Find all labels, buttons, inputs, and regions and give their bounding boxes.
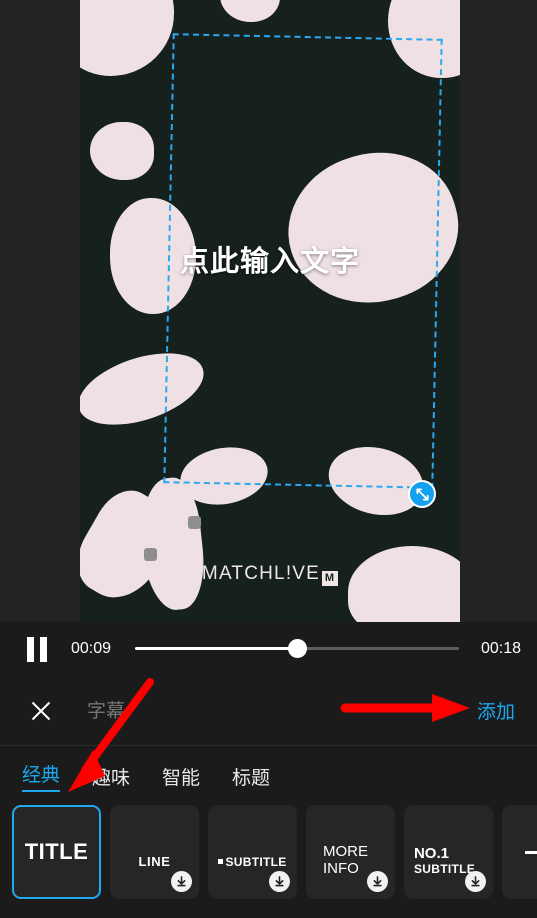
tab-classic[interactable]: 经典: [22, 760, 61, 792]
template-card-label: MORE INFO: [323, 843, 368, 878]
template-card-no1[interactable]: NO.1 SUBTITLE: [404, 805, 493, 899]
template-card-label-line1: MORE: [323, 843, 368, 861]
background-blob: [80, 0, 174, 76]
download-icon[interactable]: [171, 871, 192, 892]
watermark: MATCHL!VE M: [80, 563, 460, 586]
resize-diagonal-icon[interactable]: [408, 480, 436, 508]
download-icon[interactable]: [269, 871, 290, 892]
text-selection-box[interactable]: [163, 33, 443, 489]
player-control-bar: 00:09 00:18: [0, 622, 537, 676]
background-blob: [220, 0, 280, 22]
caption-input[interactable]: [87, 699, 477, 722]
caption-toolbar: 添加: [0, 676, 537, 746]
tab-smart[interactable]: 智能: [162, 763, 200, 790]
template-card-label-line2: INFO: [323, 860, 359, 877]
template-card-line[interactable]: LINE: [110, 805, 199, 899]
bullet-square-icon: [218, 859, 224, 865]
current-time-label: 00:09: [71, 640, 112, 657]
add-button[interactable]: 添加: [477, 697, 515, 724]
template-card-label: SUBTITLE: [218, 856, 286, 869]
template-card-label-text: SUBTITLE: [225, 855, 287, 870]
background-blob: [90, 122, 154, 180]
progress-thumb[interactable]: [288, 639, 307, 658]
video-preview-area[interactable]: 点此输入文字 MATCHL!VE M: [0, 0, 537, 622]
template-card-label: TITLE: [24, 838, 89, 864]
dash-line-icon: [524, 850, 537, 854]
progress-slider[interactable]: [135, 636, 459, 662]
template-card-title[interactable]: TITLE: [12, 805, 101, 899]
pause-icon[interactable]: [27, 636, 47, 662]
template-card-dash[interactable]: [502, 805, 537, 899]
template-card-subtitle[interactable]: SUBTITLE: [208, 805, 297, 899]
download-icon[interactable]: [367, 871, 388, 892]
watermark-text: MATCHL!VE: [201, 563, 321, 584]
watermark-logo-icon: M: [322, 571, 339, 586]
background-dot: [144, 548, 157, 561]
close-icon[interactable]: [28, 698, 54, 724]
tab-fun[interactable]: 趣味: [92, 763, 130, 790]
template-card-more-info[interactable]: MORE INFO: [306, 805, 395, 899]
total-time-label: 00:18: [480, 640, 521, 657]
template-card-list[interactable]: TITLE LINE SUBTITLE MORE INFO NO.1 SUBTI…: [0, 805, 537, 918]
background-dot: [188, 516, 201, 529]
template-card-label: LINE: [138, 853, 171, 869]
progress-fill: [135, 647, 297, 650]
video-editor-screen: 点此输入文字 MATCHL!VE M 00:09 00:18 字幕 添加 经典 …: [0, 0, 537, 918]
template-category-tabs: 经典 趣味 智能 标题: [0, 747, 537, 805]
download-icon[interactable]: [465, 871, 486, 892]
tab-heading[interactable]: 标题: [232, 763, 270, 790]
video-canvas[interactable]: 点此输入文字 MATCHL!VE M: [80, 0, 460, 622]
template-card-label-line2: SUBTITLE: [413, 861, 476, 876]
template-card-label-line1: NO.1: [413, 844, 449, 862]
template-card-label: NO.1 SUBTITLE: [413, 844, 476, 876]
